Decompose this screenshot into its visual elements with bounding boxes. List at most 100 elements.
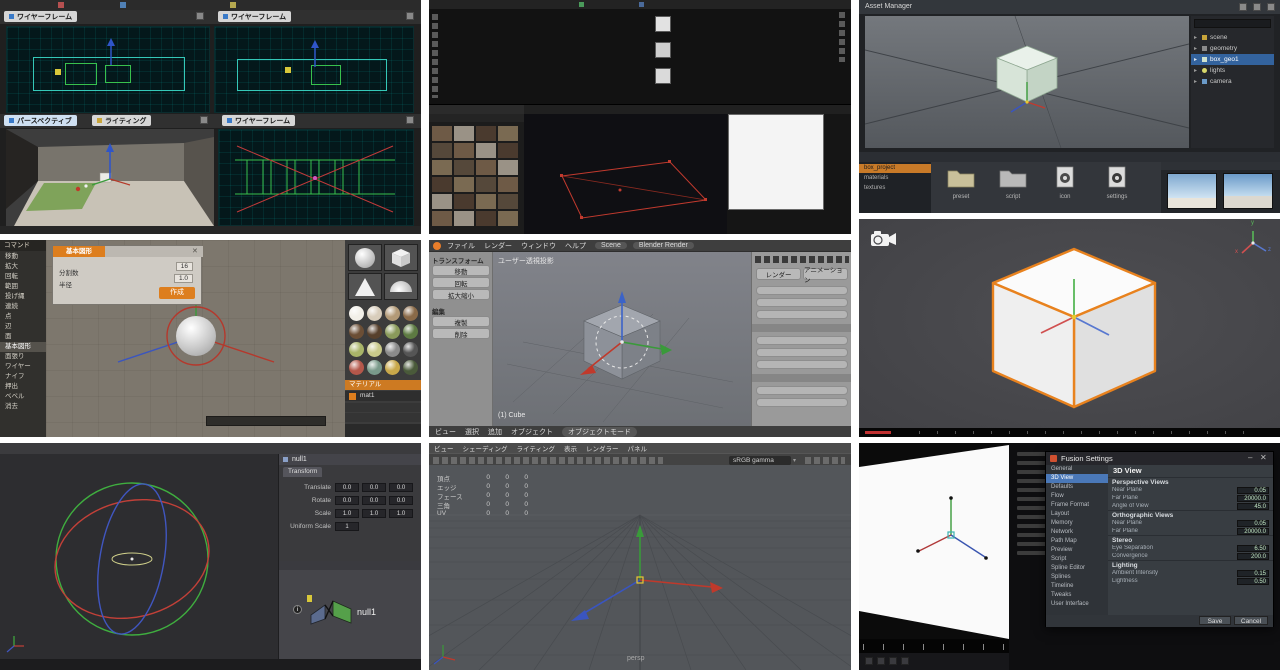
primitive-thumb-cone[interactable] [348, 273, 382, 300]
shelf-button-duplicate[interactable]: 複製 [432, 316, 490, 327]
sidebar-item[interactable]: Tweaks [1046, 591, 1108, 600]
command-item[interactable]: 押出 [0, 382, 46, 392]
shelf-swatch[interactable] [476, 177, 496, 192]
command-item[interactable]: 面張り [0, 352, 46, 362]
minimize-icon[interactable]: – [1248, 453, 1252, 462]
asset-item-file-1[interactable]: icon [1043, 165, 1087, 210]
sidebar-item[interactable]: Timeline [1046, 582, 1108, 591]
param-scale-z[interactable]: 1.0 [389, 509, 413, 518]
setting-value[interactable]: 0.05 [1237, 519, 1269, 527]
panel-cube-viewport[interactable]: y x z [859, 219, 1280, 437]
command-item[interactable]: 移動 [0, 252, 46, 262]
transport-stop-button[interactable] [877, 657, 885, 665]
left-tool-column[interactable] [431, 14, 439, 98]
node-label[interactable]: null1 [357, 607, 376, 617]
outliner-search-box[interactable] [1194, 19, 1271, 28]
command-item[interactable]: 拡大 [0, 262, 46, 272]
outliner-row-lights[interactable]: ▸ lights [1191, 65, 1274, 76]
material-ball[interactable] [403, 342, 418, 357]
preview-thumbnail-sky-1[interactable] [1167, 173, 1217, 209]
param-translate-x[interactable]: 0.0 [335, 483, 359, 492]
shelf-swatch[interactable] [476, 143, 496, 158]
viewport-maximize-button[interactable] [200, 116, 208, 124]
material-ball[interactable] [349, 306, 364, 321]
viewport-wireframe-1[interactable] [6, 26, 210, 113]
caret-icon[interactable]: ▸ [1194, 34, 1197, 41]
shelf-button-delete[interactable]: 削除 [432, 328, 490, 339]
shelf-swatch[interactable] [476, 211, 496, 226]
viewport-maximize-button[interactable] [406, 116, 414, 124]
material-ball[interactable] [403, 360, 418, 375]
shelf-swatch[interactable] [498, 194, 518, 209]
command-item-active[interactable]: 基本図形 [0, 342, 46, 352]
toolbar-button[interactable] [1267, 3, 1275, 11]
layer-thumbnail-1[interactable] [655, 16, 671, 32]
sidebar-item[interactable]: General [1046, 465, 1108, 474]
viewport-3d[interactable]: ユーザー透視投影 (1) Cube [493, 252, 751, 426]
outliner-row-geometry[interactable]: ▸ geometry [1191, 43, 1274, 54]
command-item[interactable]: 回転 [0, 272, 46, 282]
asset-list-row[interactable]: textures [859, 184, 931, 193]
transport-loop-button[interactable] [889, 657, 897, 665]
null-node-icon[interactable] [309, 597, 353, 627]
asset-browser-header[interactable] [859, 152, 1280, 162]
material-ball[interactable] [349, 324, 364, 339]
preview-thumbnail-sky-2[interactable] [1223, 173, 1273, 209]
property-slider[interactable] [756, 286, 848, 295]
property-slider[interactable] [756, 310, 848, 319]
menu-select[interactable]: 選択 [465, 427, 479, 437]
create-button[interactable]: 作成 [159, 287, 195, 299]
shelf-button-move[interactable]: 移動 [432, 265, 490, 276]
command-item[interactable]: 面 [0, 332, 46, 342]
material-ball[interactable] [385, 342, 400, 357]
animation-button[interactable]: アニメーション [803, 267, 848, 284]
sidebar-item[interactable]: Flow [1046, 492, 1108, 501]
outliner-row-scene[interactable]: ▸ scene [1191, 32, 1274, 43]
shelf-swatch[interactable] [498, 177, 518, 192]
shelf-swatch[interactable] [454, 194, 474, 209]
setting-value[interactable]: 0.50 [1237, 577, 1269, 585]
menu-view[interactable]: ビュー [434, 443, 454, 453]
asset-list-row[interactable]: materials [859, 174, 931, 183]
sidebar-item[interactable]: Path Map [1046, 537, 1108, 546]
setting-value[interactable]: 20000.0 [1237, 527, 1269, 535]
outliner-row-selected[interactable]: ▸ box_geo1 [1191, 54, 1274, 65]
command-item[interactable]: 範囲 [0, 282, 46, 292]
property-slider[interactable] [756, 298, 848, 307]
shelf-swatch[interactable] [432, 160, 452, 175]
command-item[interactable]: 消去 [0, 402, 46, 412]
timeline-bar[interactable] [859, 428, 1280, 437]
render-button[interactable]: レンダー [756, 268, 801, 280]
top-bar[interactable] [0, 443, 421, 454]
right-tool-column[interactable] [838, 12, 846, 62]
caret-icon[interactable]: ▸ [1194, 78, 1197, 85]
outliner-row-camera[interactable]: ▸ camera [1191, 76, 1274, 87]
save-button[interactable]: Save [1199, 616, 1231, 625]
camera-icon[interactable] [869, 227, 897, 249]
viewport-3d[interactable] [0, 454, 278, 659]
material-ball[interactable] [367, 360, 382, 375]
menu-file[interactable]: ファイル [447, 241, 475, 251]
asset-list-row-selected[interactable]: box_project [859, 164, 931, 173]
dialog-titlebar[interactable]: 基本図形 ✕ [53, 246, 203, 257]
setting-value[interactable]: 0.05 [1237, 486, 1269, 494]
command-item[interactable]: ワイヤー [0, 362, 46, 372]
command-item[interactable]: 辺 [0, 322, 46, 332]
material-section-header[interactable]: マテリアル [345, 380, 421, 390]
shelf-swatch[interactable] [498, 143, 518, 158]
panel-button-row[interactable] [345, 424, 421, 437]
scene-selector[interactable]: Scene [595, 242, 627, 249]
material-shelf-grid[interactable] [432, 126, 518, 226]
sidebar-item[interactable]: User Interface [1046, 600, 1108, 609]
preview-header[interactable] [1161, 162, 1280, 170]
dialog-row-value[interactable]: 1.0 [173, 274, 193, 283]
sidebar-item[interactable]: Preview [1046, 546, 1108, 555]
dialog-row-value[interactable]: 16 [175, 262, 193, 271]
shelf-swatch[interactable] [476, 194, 496, 209]
shelf-swatch[interactable] [454, 177, 474, 192]
shelf-button-rotate[interactable]: 回転 [432, 277, 490, 288]
param-rotate-y[interactable]: 0.0 [362, 496, 386, 505]
shelf-swatch[interactable] [454, 143, 474, 158]
sidebar-item[interactable]: Network [1046, 528, 1108, 537]
asset-item-folder-2[interactable]: script [991, 165, 1035, 210]
